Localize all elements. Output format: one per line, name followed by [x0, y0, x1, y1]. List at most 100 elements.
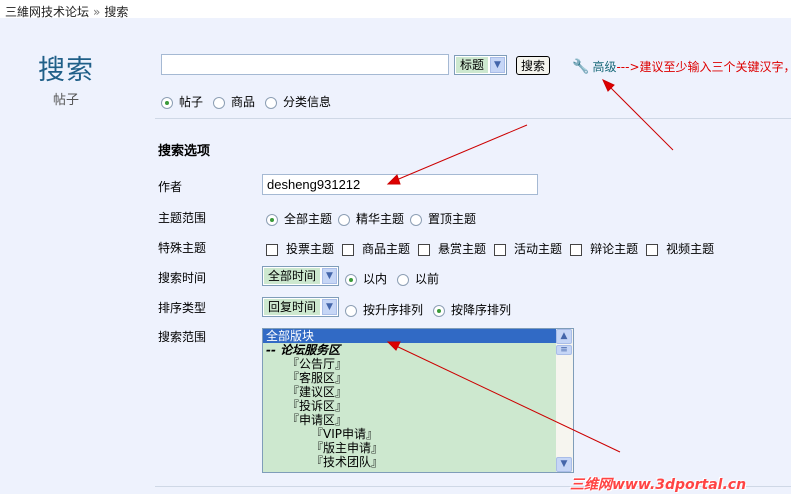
radio-label: 按降序排列	[451, 303, 512, 317]
checkbox[interactable]	[418, 243, 431, 256]
arrow-head	[601, 78, 615, 92]
checkbox-option[interactable]: 辩论主题	[570, 240, 638, 257]
radio-label: 商品	[231, 95, 256, 109]
search-type-group: 帖子 商品 分类信息	[161, 93, 341, 110]
forum-option[interactable]: 『投诉区』	[263, 399, 573, 413]
radio-button[interactable]	[397, 273, 410, 286]
options-heading: 搜索选项	[158, 144, 211, 159]
scroll-up-icon[interactable]: ▲	[556, 329, 572, 344]
radio-button[interactable]	[345, 304, 357, 317]
checkbox-option[interactable]: 视频主题	[646, 240, 714, 257]
scope-group: 全部主题 精华主题 置顶主题	[266, 210, 482, 227]
select-value: 标题	[456, 57, 489, 73]
annotation-arrow	[393, 124, 528, 182]
radio-option[interactable]: 以前	[397, 270, 439, 287]
select-value: 全部时间	[264, 268, 321, 284]
scrollbar[interactable]: ▲ ≡ ▼	[556, 329, 573, 472]
forum-option[interactable]: 『版主申请』	[263, 441, 573, 455]
checkbox-label: 视频主题	[666, 242, 715, 256]
forum-option[interactable]: 『客服区』	[263, 371, 573, 385]
radio-option[interactable]: 分类信息	[265, 93, 331, 110]
advanced-search: 🔧 高级 --->建议至少输入三个关键汉字，	[572, 58, 791, 75]
radio-label: 全部主题	[284, 212, 333, 226]
forum-listbox[interactable]: 全部版块 -- 论坛服务区 『公告厅』 『客服区』 『建议区』 『投诉区』 『申请区』 『VI…	[262, 328, 574, 473]
breadcrumb: 三維网技术论坛 » 搜索	[5, 3, 128, 20]
radio-label: 以内	[363, 272, 388, 286]
checkbox[interactable]	[570, 243, 583, 256]
time-direction-group: 以内 以前	[345, 270, 449, 287]
radio-label: 精华主题	[356, 212, 405, 226]
breadcrumb-current: 搜索	[104, 5, 129, 19]
author-input[interactable]	[262, 174, 538, 195]
radio-option[interactable]: 置顶主题	[410, 210, 476, 227]
radio-label: 按升序排列	[363, 303, 424, 317]
breadcrumb-home-link[interactable]: 三維网技术论坛	[5, 5, 89, 19]
checkbox[interactable]	[342, 243, 355, 256]
checkbox-option[interactable]: 投票主题	[266, 240, 334, 257]
forum-option[interactable]: -- 论坛服务区	[263, 343, 573, 357]
radio-button[interactable]	[338, 213, 351, 226]
radio-option[interactable]: 以内	[345, 270, 387, 287]
order-label: 排序类型	[158, 301, 207, 315]
radio-button[interactable]	[161, 96, 173, 109]
radio-button[interactable]	[213, 96, 226, 109]
breadcrumb-separator: »	[93, 5, 101, 19]
radio-option[interactable]: 按降序排列	[433, 301, 511, 318]
order-select[interactable]: 回复时间 ▼	[262, 297, 340, 317]
checkbox-option[interactable]: 商品主题	[342, 240, 410, 257]
radio-option[interactable]: 精华主题	[338, 210, 404, 227]
select-value: 回复时间	[264, 299, 321, 315]
radio-button[interactable]	[266, 213, 278, 226]
radio-button[interactable]	[410, 213, 423, 226]
forum-option[interactable]: 『建议区』	[263, 385, 573, 399]
divider	[155, 118, 791, 119]
radio-option[interactable]: 按升序排列	[345, 301, 423, 318]
radio-option[interactable]: 帖子	[161, 93, 203, 110]
author-label: 作者	[158, 180, 183, 194]
scope-label: 主题范围	[158, 211, 207, 225]
forum-option[interactable]: 全部版块	[263, 329, 573, 343]
advanced-link[interactable]: 高级	[592, 58, 616, 75]
radio-option[interactable]: 全部主题	[266, 210, 332, 227]
checkbox-label: 商品主题	[362, 242, 411, 256]
radio-label: 以前	[415, 272, 440, 286]
forum-option[interactable]: 『VIP申请』	[263, 427, 573, 441]
page-title: 搜索	[38, 55, 94, 86]
radio-button[interactable]	[345, 273, 357, 286]
checkbox[interactable]	[266, 243, 278, 256]
order-direction-group: 按升序排列 按降序排列	[345, 301, 521, 318]
time-label: 搜索时间	[158, 271, 207, 285]
watermark: 三维网www.3dportal.cn	[570, 477, 747, 493]
scroll-thumb[interactable]: ≡	[556, 345, 572, 355]
radio-button[interactable]	[265, 96, 278, 109]
forum-label: 搜索范围	[158, 330, 207, 344]
search-field-select[interactable]: 标题 ▼	[454, 55, 508, 75]
forum-option[interactable]: 『技术团队』	[263, 455, 573, 469]
checkbox-label: 活动主题	[514, 242, 563, 256]
checkbox-option[interactable]: 悬赏主题	[418, 240, 486, 257]
radio-option[interactable]: 商品	[213, 93, 255, 110]
radio-button[interactable]	[433, 304, 446, 317]
radio-label: 置顶主题	[428, 212, 477, 226]
search-button[interactable]: 搜索	[516, 56, 551, 75]
forum-option[interactable]: 『公告厅』	[263, 357, 573, 371]
special-group: 投票主题 商品主题 悬赏主题 活动主题 辩论主题 视频主题	[266, 240, 722, 257]
radio-label: 分类信息	[283, 95, 332, 109]
page-subtitle: 帖子	[53, 93, 80, 108]
checkbox-option[interactable]: 活动主题	[494, 240, 562, 257]
annotation-hint: --->建议至少输入三个关键汉字，	[616, 60, 791, 74]
search-input[interactable]	[161, 54, 449, 75]
radio-label: 帖子	[179, 95, 204, 109]
checkbox-label: 悬赏主题	[438, 242, 487, 256]
chevron-down-icon: ▼	[490, 57, 506, 73]
forum-option[interactable]: 『申请区』	[263, 413, 573, 427]
wrench-icon: 🔧	[572, 58, 590, 75]
chevron-down-icon: ▼	[322, 268, 338, 284]
special-label: 特殊主题	[158, 241, 207, 255]
checkbox[interactable]	[646, 243, 659, 256]
checkbox-label: 辩论主题	[590, 242, 639, 256]
time-select[interactable]: 全部时间 ▼	[262, 266, 340, 286]
checkbox-label: 投票主题	[286, 242, 335, 256]
scroll-down-icon[interactable]: ▼	[556, 457, 572, 472]
checkbox[interactable]	[494, 243, 507, 256]
